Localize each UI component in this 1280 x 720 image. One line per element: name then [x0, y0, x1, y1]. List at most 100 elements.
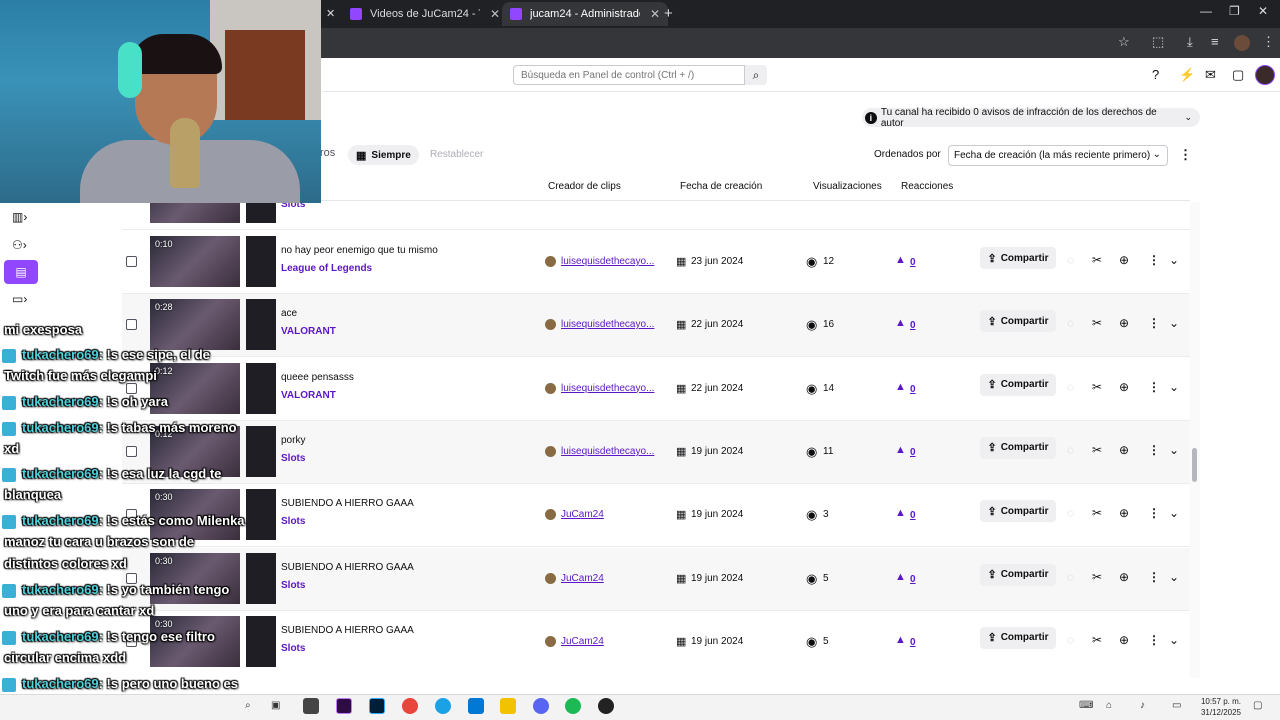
table-row[interactable]: 0:30 SUBIENDO A HIERRO GAAA Slots JuCam24 ▦ 1…	[122, 611, 1190, 670]
obs-icon[interactable]	[598, 698, 614, 714]
download-clip-icon[interactable]: ⊕	[1119, 253, 1129, 267]
tab-twitch-videos[interactable]: Videos de JuCam24 - Twitch ✕	[342, 2, 508, 26]
scrollbar-thumb[interactable]	[1192, 448, 1197, 482]
table-row[interactable]: 0:30 SUBIENDO A HIERRO GAAA Slots JuCam24 ▦ 1…	[122, 547, 1190, 611]
chrome-icon[interactable]	[402, 698, 418, 714]
row-more-icon[interactable]: ⋮	[1148, 316, 1160, 330]
share-button[interactable]: ⇪ Compartir	[980, 626, 1056, 649]
clip-reactions[interactable]: 0	[910, 574, 916, 585]
minimize-icon[interactable]: —	[1200, 4, 1212, 18]
volume-icon[interactable]: ♪	[1140, 700, 1145, 711]
clip-reactions[interactable]: 0	[910, 510, 916, 521]
clip-title[interactable]: queee pensasss	[281, 372, 354, 383]
clip-creator-link[interactable]: JuCam24	[561, 573, 661, 584]
row-checkbox[interactable]	[126, 445, 137, 457]
clip-category[interactable]: League of Legends	[281, 263, 372, 274]
task-view-icon[interactable]: ▣	[271, 700, 280, 711]
clip-title[interactable]: SUBIENDO A HIERRO GAAA	[281, 562, 414, 573]
chevron-down-icon[interactable]: ⌄	[1169, 316, 1179, 330]
tab-clip-manager[interactable]: jucam24 - Administrador de cli ✕	[502, 2, 669, 26]
edge-icon[interactable]	[435, 698, 451, 714]
edit-clip-icon[interactable]: ✂	[1092, 380, 1102, 394]
clip-title[interactable]: no hay peor enemigo que tu mismo	[281, 245, 438, 256]
download-clip-icon[interactable]: ⊕	[1119, 443, 1129, 457]
table-row[interactable]: 0:28 ace VALORANT luisequisdethecayo... ▦ 22 …	[122, 294, 1190, 358]
discord-icon[interactable]	[533, 698, 549, 714]
mail-icon[interactable]	[468, 698, 484, 714]
edit-clip-icon[interactable]: ✂	[1092, 570, 1102, 584]
edit-clip-icon[interactable]: ✂	[1092, 253, 1102, 267]
copyright-notice[interactable]: i Tu canal ha recibido 0 avisos de infra…	[862, 107, 1200, 129]
table-row[interactable]: 0:10 no hay peor enemigo que tu mismo Leag…	[122, 231, 1190, 294]
clip-category[interactable]: Slots	[281, 202, 305, 210]
edit-clip-icon[interactable]: ✂	[1092, 316, 1102, 330]
search-icon[interactable]: ⌕	[245, 700, 251, 711]
premiere-icon[interactable]	[336, 698, 352, 714]
battery-icon[interactable]: ▭	[1172, 700, 1181, 711]
clip-reactions[interactable]: 0	[910, 637, 916, 648]
clip-category[interactable]: Slots	[281, 643, 305, 654]
chevron-down-icon[interactable]: ⌄	[1169, 380, 1179, 394]
edit-clip-icon[interactable]: ✂	[1092, 633, 1102, 647]
explorer-icon[interactable]	[500, 698, 516, 714]
chevron-down-icon[interactable]: ⌄	[1169, 633, 1179, 647]
download-clip-icon[interactable]: ⊕	[1119, 506, 1129, 520]
clip-category[interactable]: Slots	[281, 453, 305, 464]
reading-list-icon[interactable]: ≡	[1211, 34, 1219, 49]
spotify-icon[interactable]	[565, 698, 581, 714]
tab-close-icon[interactable]: ✕	[326, 7, 335, 20]
activity-icon[interactable]: ⚡	[1179, 67, 1195, 83]
clip-category[interactable]: Slots	[281, 580, 305, 591]
download-clip-icon[interactable]: ⊕	[1119, 380, 1129, 394]
download-icon[interactable]: ⤓	[1187, 34, 1193, 50]
clip-creator-link[interactable]: luisequisdethecayo...	[561, 383, 661, 394]
table-row[interactable]: 0:30 SUBIENDO A HIERRO GAAA Slots JuCam24 ▦ 1…	[122, 484, 1190, 548]
file-manager-icon[interactable]	[303, 698, 319, 714]
download-clip-icon[interactable]: ⊕	[1119, 633, 1129, 647]
clip-creator-link[interactable]: luisequisdethecayo...	[561, 256, 661, 267]
clip-title[interactable]: SUBIENDO A HIERRO GAAA	[281, 498, 414, 509]
table-row[interactable]: 0:12 queee pensasss VALORANT luisequisdethe…	[122, 358, 1190, 421]
photoshop-icon[interactable]	[369, 698, 385, 714]
clip-creator-link[interactable]: luisequisdethecayo...	[561, 319, 661, 330]
clip-thumbnail[interactable]	[150, 202, 240, 223]
more-options-icon[interactable]: ⋮	[1179, 147, 1192, 163]
clip-creator-link[interactable]: JuCam24	[561, 636, 661, 647]
table-scrollbar[interactable]	[1190, 202, 1200, 678]
share-button[interactable]: ⇪ Compartir	[980, 373, 1056, 396]
reset-button[interactable]: Restablecer	[430, 149, 483, 160]
chevron-down-icon[interactable]: ⌄	[1169, 253, 1179, 267]
share-button[interactable]: ⇪ Compartir	[980, 310, 1056, 333]
whispers-icon[interactable]: ▢	[1232, 67, 1244, 83]
clip-title[interactable]: SUBIENDO A HIERRO GAAA	[281, 625, 414, 636]
taskbar-time[interactable]: 10:57 p. m.	[1199, 697, 1241, 706]
share-button[interactable]: ⇪ Compartir	[980, 247, 1056, 269]
clip-reactions[interactable]: 0	[910, 447, 916, 458]
maximize-icon[interactable]: ❐	[1229, 4, 1240, 18]
column-header-created[interactable]: Fecha de creación	[680, 181, 762, 192]
row-more-icon[interactable]: ⋮	[1148, 253, 1160, 267]
filters-button[interactable]: ros	[320, 147, 335, 159]
browser-profile-avatar[interactable]	[1234, 35, 1250, 51]
row-more-icon[interactable]: ⋮	[1148, 506, 1160, 520]
clip-category[interactable]: VALORANT	[281, 326, 336, 337]
row-more-icon[interactable]: ⋮	[1148, 633, 1160, 647]
clip-thumbnail[interactable]: 0:28	[150, 299, 240, 351]
taskbar-date[interactable]: 31/12/2025	[1199, 708, 1241, 717]
edit-clip-icon[interactable]: ✂	[1092, 443, 1102, 457]
share-button[interactable]: ⇪ Compartir	[980, 563, 1056, 586]
clip-reactions[interactable]: 0	[910, 384, 916, 395]
chevron-down-icon[interactable]: ⌄	[1169, 506, 1179, 520]
browser-menu-icon[interactable]: ⋮	[1262, 34, 1275, 50]
clip-creator-link[interactable]: luisequisdethecayo...	[561, 446, 661, 457]
row-more-icon[interactable]: ⋮	[1148, 443, 1160, 457]
date-range-filter[interactable]: ▦ Siempre	[348, 145, 419, 165]
clip-reactions[interactable]: 0	[910, 320, 916, 331]
edit-clip-icon[interactable]: ✂	[1092, 506, 1102, 520]
sidebar-content-icon[interactable]: ▤	[4, 260, 38, 284]
new-tab-icon[interactable]: +	[664, 5, 673, 22]
chevron-down-icon[interactable]: ⌄	[1169, 570, 1179, 584]
clip-thumbnail[interactable]: 0:10	[150, 236, 240, 287]
close-window-icon[interactable]: ✕	[1258, 4, 1268, 18]
bookmark-star-icon[interactable]: ☆	[1118, 34, 1130, 50]
